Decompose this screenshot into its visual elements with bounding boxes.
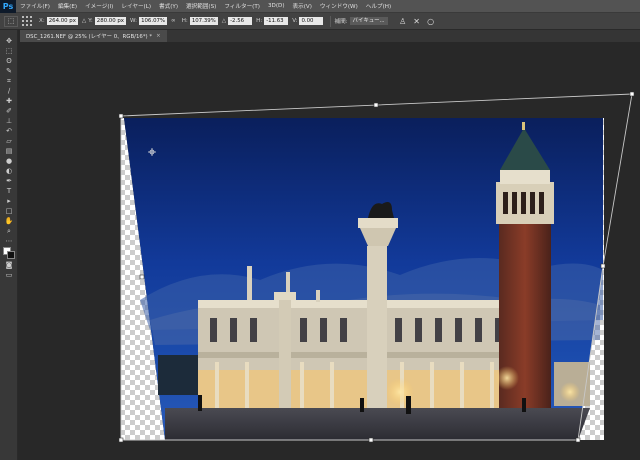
hskew-field: H: -11.63 (256, 17, 289, 25)
more-tools-icon[interactable]: ⋯ (0, 236, 18, 246)
healing-tool-icon[interactable]: ✚ (0, 96, 18, 106)
history-brush-tool-icon[interactable]: ↶ (0, 126, 18, 136)
menu-type[interactable]: 書式(Y) (155, 2, 182, 10)
pen-tool-icon[interactable]: ✒ (0, 176, 18, 186)
link-field: ∞ (171, 18, 178, 24)
color-swatches[interactable] (0, 246, 18, 260)
interpolation-select[interactable]: バイキュー... (349, 17, 388, 25)
hand-tool-icon[interactable]: ✋ (0, 216, 18, 226)
menu-window[interactable]: ウィンドウ(W) (316, 2, 362, 10)
quick-mask-icon[interactable]: ◙ (0, 260, 18, 270)
document-tab-bar: DSC_1261.NEF @ 25% (レイヤー 0、RGB/16*) * × (20, 30, 640, 42)
brush-tool-icon[interactable]: ✐ (0, 106, 18, 116)
document-canvas[interactable] (19, 42, 640, 460)
eyedropper-tool-icon[interactable]: ∕ (0, 86, 18, 96)
angle-icon: △ (221, 18, 227, 24)
lasso-tool-icon[interactable]: ʘ (0, 56, 18, 66)
eraser-tool-icon[interactable]: ▱ (0, 136, 18, 146)
hskew-label: H: (256, 18, 263, 24)
type-tool-icon[interactable]: T (0, 186, 18, 196)
gradient-tool-icon[interactable]: ▤ (0, 146, 18, 156)
crop-tool-icon[interactable]: ⌗ (0, 76, 18, 86)
horizontal-skew-input[interactable]: -11.63 (264, 17, 289, 25)
y-input[interactable]: 280.00 px (94, 17, 126, 25)
move-tool-icon[interactable]: ✥ (0, 36, 18, 46)
document-tab[interactable]: DSC_1261.NEF @ 25% (レイヤー 0、RGB/16*) * × (20, 30, 167, 42)
interpolation-label: 補間: (334, 19, 348, 25)
y-label: Y: (88, 18, 93, 24)
background-color-swatch[interactable] (7, 251, 15, 259)
menu-image[interactable]: イメージ(I) (81, 2, 117, 10)
menu-view[interactable]: 表示(V) (289, 2, 316, 10)
height-input[interactable]: 107.39% (189, 17, 218, 25)
width-input[interactable]: 106.07% (139, 17, 168, 25)
canvas-area[interactable] (19, 42, 640, 460)
h-label: H: (181, 18, 188, 24)
quick-select-tool-icon[interactable]: ✎ (0, 66, 18, 76)
link-icon[interactable]: ∞ (171, 18, 176, 24)
commit-transform-icon[interactable]: ○ (426, 16, 436, 26)
delta-icon: △ (81, 18, 87, 24)
menu-layer[interactable]: レイヤー(L) (117, 2, 155, 10)
menu-edit[interactable]: 編集(E) (54, 2, 81, 10)
angle-field: △ -2.56 (221, 17, 253, 25)
vertical-skew-input[interactable]: 0.00 (299, 17, 324, 25)
h-field: H: 107.39% (182, 17, 218, 25)
photo-layer (124, 118, 603, 440)
options-bar: ⬚ X: 264.00 px △ Y: 280.00 px W: 106.07%… (0, 13, 640, 30)
divider (330, 15, 332, 27)
x-label: X: (39, 18, 45, 24)
screen-mode-icon[interactable]: ▭ (0, 270, 18, 280)
menu-filter[interactable]: フィルター(T) (220, 2, 264, 10)
w-field: W: 106.07% (129, 17, 168, 25)
dodge-tool-icon[interactable]: ◐ (0, 166, 18, 176)
transform-tool-icon[interactable]: ⬚ (4, 15, 18, 27)
x-input[interactable]: 264.00 px (46, 17, 78, 25)
reference-point-icon[interactable] (22, 15, 33, 27)
document-title: DSC_1261.NEF @ 25% (レイヤー 0、RGB/16*) * (26, 34, 153, 40)
interpolation-field: 補間: バイキュー... (334, 17, 391, 25)
close-tab-icon[interactable]: × (156, 33, 161, 39)
zoom-tool-icon[interactable]: ⌕ (0, 226, 18, 236)
y-field: △ Y: 280.00 px (82, 17, 126, 25)
marquee-tool-icon[interactable]: ⬚ (0, 46, 18, 56)
menu-select[interactable]: 選択範囲(S) (182, 2, 220, 10)
clone-stamp-tool-icon[interactable]: ⊥ (0, 116, 18, 126)
vskew-field: V: 0.00 (292, 17, 324, 25)
menu-file[interactable]: ファイル(F) (16, 2, 54, 10)
menu-help[interactable]: ヘルプ(H) (362, 2, 395, 10)
menu-3d[interactable]: 3D(D) (264, 3, 289, 9)
tools-panel: ✥ ⬚ ʘ ✎ ⌗ ∕ ✚ ✐ ⊥ ↶ ▱ ▤ ● ◐ ✒ T ▸ □ ✋ ⌕ … (0, 30, 18, 460)
x-field: X: 264.00 px (39, 17, 78, 25)
warp-mode-icon[interactable]: ♙ (398, 16, 408, 26)
cancel-transform-icon[interactable]: ✕ (412, 16, 422, 26)
rectangle-tool-icon[interactable]: □ (0, 206, 18, 216)
w-label: W: (129, 18, 138, 24)
vskew-label: V: (292, 18, 298, 24)
path-select-tool-icon[interactable]: ▸ (0, 196, 18, 206)
angle-input[interactable]: -2.56 (228, 17, 253, 25)
menu-bar: Ps ファイル(F) 編集(E) イメージ(I) レイヤー(L) 書式(Y) 選… (0, 0, 640, 13)
photoshop-logo[interactable]: Ps (0, 0, 16, 13)
blur-tool-icon[interactable]: ● (0, 156, 18, 166)
